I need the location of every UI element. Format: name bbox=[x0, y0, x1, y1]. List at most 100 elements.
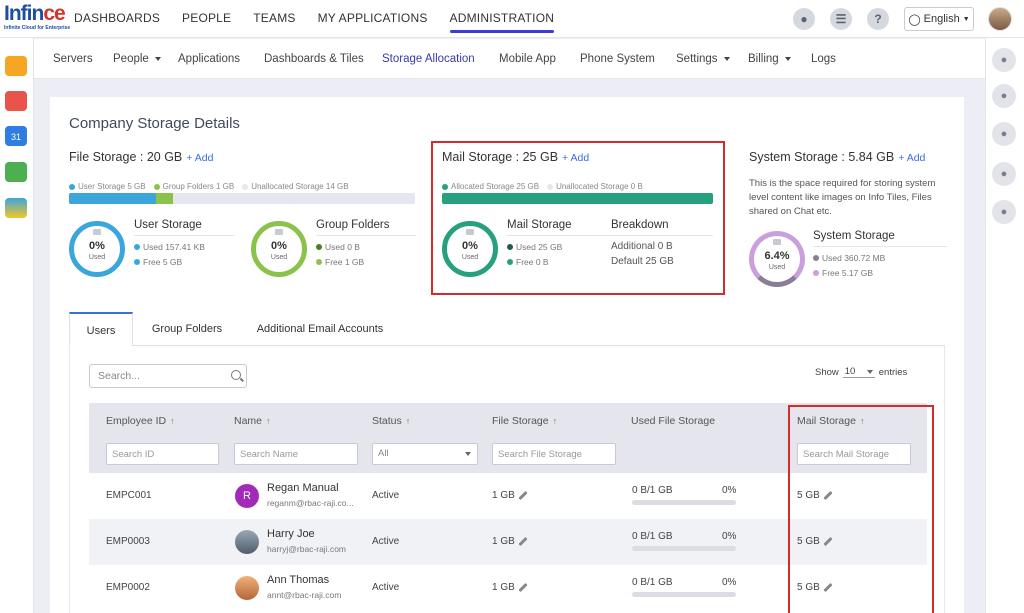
file-storage-text: 1 GB bbox=[492, 490, 515, 501]
nav-dashboards[interactable]: DASHBOARDS bbox=[74, 0, 160, 38]
col-label: Employee ID bbox=[106, 415, 167, 427]
nav-administration[interactable]: ADMINISTRATION bbox=[449, 0, 555, 38]
used-pct: 0% bbox=[722, 577, 737, 588]
infince-logo[interactable]: Infince Infinite Cloud for Enterprise bbox=[4, 2, 70, 34]
tasks-icon[interactable] bbox=[5, 162, 27, 182]
subnav-label: Phone System bbox=[580, 53, 655, 65]
tab-additional-email-accounts[interactable]: Additional Email Accounts bbox=[245, 312, 395, 346]
logo-text-a: Infin bbox=[4, 2, 44, 25]
group-folders-used: Used 0 B bbox=[316, 242, 360, 252]
usage-bar bbox=[632, 500, 736, 505]
chat-icon[interactable]: ● bbox=[992, 48, 1016, 72]
subnav-storage-allocation[interactable]: Storage Allocation bbox=[382, 39, 475, 79]
subnav-servers[interactable]: Servers bbox=[53, 39, 93, 79]
table-search-input[interactable] bbox=[89, 364, 247, 388]
tab-group-folders[interactable]: Group Folders bbox=[141, 312, 233, 346]
search-id-input[interactable] bbox=[106, 443, 219, 465]
stat-dot bbox=[316, 244, 322, 250]
employee-name[interactable]: Ann Thomas bbox=[267, 574, 329, 586]
storage-tabs: Users Group Folders Additional Email Acc… bbox=[69, 312, 945, 347]
mail-storage-legend: Allocated Storage 25 GB Unallocated Stor… bbox=[442, 182, 651, 191]
col-used-file-storage: Used File Storage bbox=[631, 415, 716, 427]
users-panel: Show 10 entries Employee ID↑ Name↑ Statu… bbox=[69, 346, 945, 613]
file-storage-title: File Storage : 20 GB + Add bbox=[69, 150, 213, 164]
col-employee-id[interactable]: Employee ID ↑ bbox=[106, 415, 175, 427]
subnav-logs[interactable]: Logs bbox=[811, 39, 836, 79]
database-icon bbox=[773, 239, 781, 245]
search-file-storage-input[interactable] bbox=[492, 443, 616, 465]
legend-label: User Storage 5 GB bbox=[78, 182, 146, 191]
system-storage-add-link[interactable]: + Add bbox=[898, 152, 925, 164]
stat-label: Used 25 GB bbox=[516, 242, 563, 252]
stat-label: Free 1 GB bbox=[325, 257, 365, 267]
subnav-people[interactable]: People bbox=[113, 39, 161, 79]
usage-bar bbox=[632, 546, 736, 551]
sort-arrow-icon: ↑ bbox=[405, 416, 411, 426]
bell-icon[interactable]: ● bbox=[793, 8, 815, 30]
file-storage-add-link[interactable]: + Add bbox=[186, 152, 213, 164]
col-file-storage[interactable]: File Storage ↑ bbox=[492, 415, 557, 427]
search-icon[interactable] bbox=[231, 370, 241, 380]
nav-my-applications[interactable]: MY APPLICATIONS bbox=[318, 0, 428, 38]
avatar: R bbox=[235, 484, 259, 508]
subnav-applications[interactable]: Applications bbox=[178, 39, 240, 79]
globe-icon: ◯ bbox=[908, 13, 921, 26]
caret-down-icon bbox=[723, 56, 730, 61]
breakdown-default: Default 25 GB bbox=[611, 256, 674, 267]
tab-users[interactable]: Users bbox=[69, 312, 133, 347]
file-storage-text: 1 GB bbox=[492, 582, 515, 593]
subnav-dashboards-tiles[interactable]: Dashboards & Tiles bbox=[264, 39, 364, 79]
subnav-label: Applications bbox=[178, 53, 241, 65]
divider bbox=[813, 246, 947, 247]
col-status[interactable]: Status ↑ bbox=[372, 415, 410, 427]
notes-icon[interactable]: ☰ bbox=[830, 8, 852, 30]
subnav-settings[interactable]: Settings bbox=[676, 39, 730, 79]
mail-storage-add-link[interactable]: + Add bbox=[562, 152, 589, 164]
legend-dot bbox=[442, 183, 448, 190]
help-icon[interactable]: ? bbox=[867, 8, 889, 30]
pencil-icon[interactable] bbox=[518, 582, 528, 592]
col-name[interactable]: Name ↑ bbox=[234, 415, 271, 427]
legend-label: Allocated Storage 25 GB bbox=[451, 182, 540, 191]
file-storage-legend: User Storage 5 GB Group Folders 1 GB Una… bbox=[69, 182, 357, 191]
stat-dot bbox=[813, 270, 819, 276]
divider bbox=[134, 235, 234, 236]
user-storage-pct: 0% bbox=[89, 240, 105, 252]
sub-nav: Servers People Applications Dashboards &… bbox=[34, 39, 985, 79]
group-folders-title: Group Folders bbox=[316, 219, 390, 231]
calendar-icon[interactable]: 31 bbox=[5, 126, 27, 146]
subnav-mobile-app[interactable]: Mobile App bbox=[499, 39, 556, 79]
show-label: Show bbox=[815, 366, 839, 378]
pencil-icon[interactable] bbox=[518, 490, 528, 500]
ring-used-label: Used bbox=[461, 254, 479, 261]
people-icon[interactable]: ● bbox=[992, 122, 1016, 146]
folder-icon[interactable] bbox=[5, 56, 27, 76]
status-filter-select[interactable]: All bbox=[372, 443, 478, 465]
mail-icon[interactable] bbox=[5, 91, 27, 111]
subnav-phone-system[interactable]: Phone System bbox=[580, 39, 655, 79]
sort-arrow-icon: ↑ bbox=[266, 416, 271, 426]
pencil-icon[interactable] bbox=[518, 536, 528, 546]
legend-label: Group Folders 1 GB bbox=[162, 182, 235, 191]
breakdown-title: Breakdown bbox=[611, 219, 669, 231]
legend-user-storage: User Storage 5 GB bbox=[69, 182, 146, 191]
subnav-label: Servers bbox=[53, 53, 93, 65]
user-avatar[interactable] bbox=[988, 7, 1012, 31]
employee-name[interactable]: Harry Joe bbox=[267, 528, 315, 540]
employee-name[interactable]: Regan Manual bbox=[267, 482, 339, 494]
logo-text-b: ce bbox=[43, 2, 65, 25]
checklist-icon[interactable]: ● bbox=[992, 200, 1016, 224]
person-icon[interactable]: ● bbox=[992, 84, 1016, 108]
subnav-billing[interactable]: Billing bbox=[748, 39, 791, 79]
divider bbox=[316, 235, 416, 236]
language-selector[interactable]: ◯ English ▼ bbox=[904, 7, 974, 31]
stat-dot bbox=[134, 244, 140, 250]
ring-used-label: Used bbox=[88, 254, 106, 261]
system-storage-description: This is the space required for storing s… bbox=[749, 178, 936, 217]
nav-teams[interactable]: TEAMS bbox=[253, 0, 295, 38]
group-icon[interactable]: ● bbox=[992, 162, 1016, 186]
entries-select[interactable]: 10 bbox=[842, 366, 875, 378]
photos-icon[interactable] bbox=[5, 198, 27, 218]
search-name-input[interactable] bbox=[234, 443, 358, 465]
nav-people[interactable]: PEOPLE bbox=[182, 0, 231, 38]
